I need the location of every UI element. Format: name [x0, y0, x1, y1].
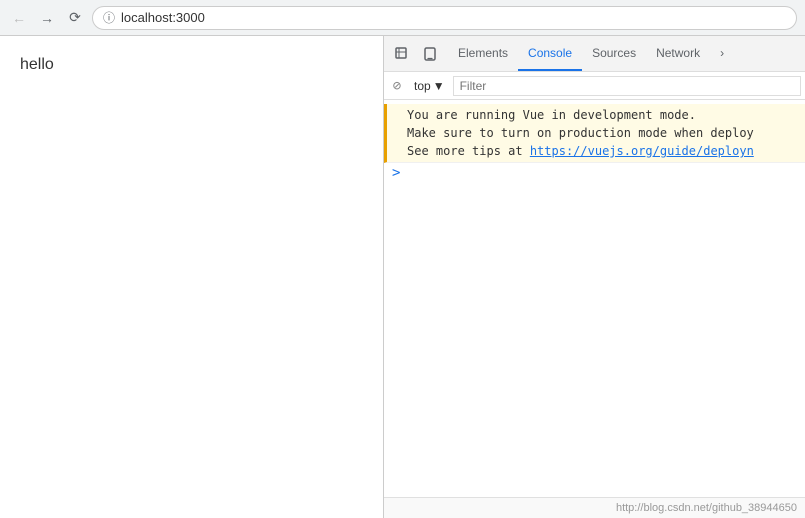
back-button[interactable]: ←	[8, 7, 30, 29]
context-selector[interactable]: top ▼	[410, 79, 449, 93]
filter-input[interactable]	[453, 76, 801, 96]
address-text: localhost:3000	[121, 10, 205, 25]
console-output: You are running Vue in development mode.…	[384, 100, 805, 497]
context-dropdown-icon: ▼	[433, 79, 445, 93]
tab-elements[interactable]: Elements	[448, 36, 518, 71]
tab-console[interactable]: Console	[518, 36, 582, 71]
tab-network[interactable]: Network	[646, 36, 710, 71]
main-area: hello Elements Console Sourc	[0, 36, 805, 518]
devtools-footer: http://blog.csdn.net/github_38944650	[384, 497, 805, 518]
reload-button[interactable]: ⟳	[64, 7, 86, 29]
forward-button[interactable]: →	[36, 7, 58, 29]
devtools-toolbar: Elements Console Sources Network ›	[384, 36, 805, 72]
devtools-tabs: Elements Console Sources Network ›	[448, 36, 734, 71]
mobile-icon[interactable]	[416, 40, 444, 68]
devtools-panel: Elements Console Sources Network › ⊘ top…	[383, 36, 805, 518]
tab-sources[interactable]: Sources	[582, 36, 646, 71]
prompt-arrow: >	[392, 165, 400, 181]
footer-watermark: http://blog.csdn.net/github_38944650	[616, 502, 797, 514]
console-message-1: You are running Vue in development mode.…	[384, 104, 805, 163]
address-bar[interactable]: ⓘ localhost:3000	[92, 6, 797, 30]
page-hello-text: hello	[20, 56, 54, 73]
vue-deploy-link[interactable]: https://vuejs.org/guide/deployn	[530, 144, 754, 158]
page-content: hello	[0, 36, 383, 518]
tab-more[interactable]: ›	[710, 36, 734, 71]
context-label: top	[414, 79, 431, 93]
lock-icon: ⓘ	[103, 9, 115, 26]
clear-console-button[interactable]: ⊘	[388, 77, 406, 95]
console-prompt[interactable]: >	[384, 163, 805, 183]
console-toolbar: ⊘ top ▼	[384, 72, 805, 100]
cursor-icon[interactable]	[388, 40, 416, 68]
browser-toolbar: ← → ⟳ ⓘ localhost:3000	[0, 0, 805, 36]
